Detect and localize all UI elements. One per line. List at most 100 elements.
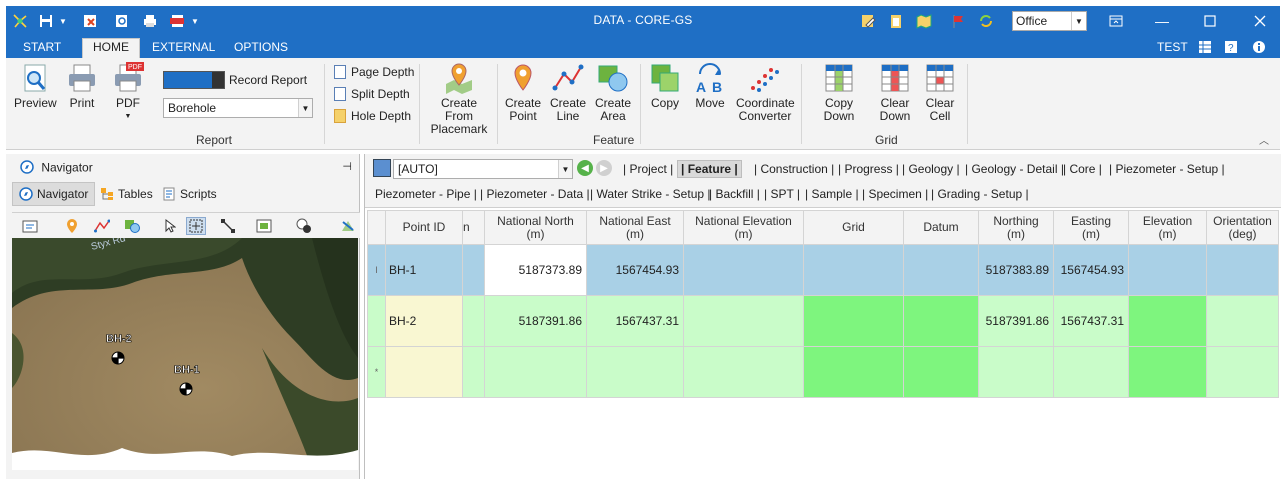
orientation-cell[interactable]: [1206, 295, 1279, 347]
tab-start[interactable]: START: [13, 39, 71, 58]
table-cell[interactable]: [462, 346, 485, 398]
pan-icon[interactable]: [186, 217, 206, 235]
tab-external[interactable]: EXTERNAL: [142, 39, 225, 58]
tab-sample[interactable]: | Sample |: [805, 187, 859, 201]
chevron-down-icon[interactable]: ▼: [298, 99, 312, 117]
borehole-select[interactable]: Borehole ▼: [163, 98, 313, 118]
record-report-button[interactable]: Record Report: [163, 70, 313, 90]
tab-home[interactable]: HOME: [82, 38, 140, 59]
northing-cell[interactable]: [978, 346, 1054, 398]
auto-select[interactable]: [AUTO] ▼: [393, 159, 573, 179]
map-settings-icon[interactable]: [338, 217, 358, 235]
column-header-easting[interactable]: Easting (m): [1053, 210, 1129, 245]
select-pointer-icon[interactable]: [160, 217, 180, 235]
table-row[interactable]: BH-2 5187391.86 1567437.31 5187391.86 15…: [367, 295, 1279, 347]
column-header-national-east[interactable]: National East (m): [586, 210, 684, 245]
column-header-point-id[interactable]: Point ID: [385, 210, 463, 245]
national-east-cell[interactable]: 1567454.93: [586, 244, 684, 296]
pin-icon[interactable]: ⊣: [342, 160, 352, 173]
column-header-datum[interactable]: Datum: [903, 210, 979, 245]
clear-cell-button[interactable]: Clear Cell: [921, 62, 959, 123]
national-elevation-cell[interactable]: [683, 346, 804, 398]
split-depth-button[interactable]: Split Depth: [334, 85, 410, 103]
back-arrow-icon[interactable]: ◀: [577, 160, 593, 176]
print-button[interactable]: Print: [64, 62, 100, 110]
refresh-icon[interactable]: [976, 11, 996, 31]
print-icon[interactable]: [140, 11, 160, 31]
map-view[interactable]: Styx Rd BH-2 BH-1: [12, 238, 358, 470]
table-cell[interactable]: [462, 295, 485, 347]
national-east-cell[interactable]: 1567437.31: [586, 295, 684, 347]
tab-piezometer-data[interactable]: | Piezometer - Data |: [480, 187, 590, 201]
create-point-button[interactable]: Create Point: [504, 62, 542, 123]
zoom-extent-icon[interactable]: [254, 217, 274, 235]
orientation-cell[interactable]: [1206, 244, 1279, 296]
maximize-button[interactable]: [1200, 11, 1220, 31]
elevation-cell[interactable]: [1128, 244, 1207, 296]
coordinate-converter-button[interactable]: Coordinate Converter: [736, 62, 795, 123]
column-header-orientation[interactable]: Orientation (deg): [1206, 210, 1279, 245]
map-properties-icon[interactable]: [20, 217, 40, 235]
tab-specimen[interactable]: | Specimen |: [862, 187, 928, 201]
northing-cell[interactable]: 5187391.86: [978, 295, 1054, 347]
national-north-cell[interactable]: [484, 346, 587, 398]
grid-cell[interactable]: [803, 244, 904, 296]
quick-access-dropdown-icon[interactable]: ▼: [190, 11, 200, 31]
column-header-national-elevation[interactable]: National Elevation (m): [683, 210, 804, 245]
chevron-down-icon[interactable]: ▼: [1071, 12, 1086, 30]
map-icon[interactable]: [914, 11, 934, 31]
northing-cell[interactable]: 5187383.89: [978, 244, 1054, 296]
tab-piezometer-setup[interactable]: | Piezometer - Setup |: [1109, 162, 1225, 176]
national-east-cell[interactable]: [586, 346, 684, 398]
table-view-icon[interactable]: [373, 159, 391, 177]
table-cell[interactable]: [462, 244, 485, 296]
column-header-partial[interactable]: n: [462, 210, 485, 245]
add-line-icon[interactable]: [92, 217, 112, 235]
column-header-grid[interactable]: Grid: [803, 210, 904, 245]
move-button[interactable]: AB Move: [691, 62, 729, 110]
tab-tables[interactable]: Tables: [94, 182, 159, 206]
easting-cell[interactable]: 1567437.31: [1053, 295, 1129, 347]
copy-button[interactable]: Copy: [646, 62, 684, 110]
locate-icon[interactable]: [294, 217, 314, 235]
tab-progress[interactable]: | Progress |: [838, 162, 899, 176]
grid-cell[interactable]: [803, 295, 904, 347]
clipboard-icon[interactable]: [886, 11, 906, 31]
info-icon[interactable]: [1252, 40, 1266, 57]
tab-construction[interactable]: | Construction |: [754, 162, 834, 176]
chevron-down-icon[interactable]: ▼: [558, 160, 572, 178]
tab-navigator[interactable]: Navigator: [12, 182, 96, 206]
tab-grading-setup[interactable]: | Grading - Setup |: [931, 187, 1029, 201]
elevation-cell[interactable]: [1128, 346, 1207, 398]
create-line-button[interactable]: Create Line: [549, 62, 587, 123]
borehole-bh1-marker[interactable]: [179, 382, 193, 396]
easting-cell[interactable]: 1567454.93: [1053, 244, 1129, 296]
national-elevation-cell[interactable]: [683, 295, 804, 347]
column-header-elevation[interactable]: Elevation (m): [1128, 210, 1207, 245]
help-document-icon[interactable]: ?: [1224, 40, 1238, 57]
tab-spt[interactable]: | SPT |: [764, 187, 800, 201]
borehole-bh2-marker[interactable]: [111, 351, 125, 365]
add-area-icon[interactable]: [122, 217, 142, 235]
datum-cell[interactable]: [903, 244, 979, 296]
close-file-icon[interactable]: [80, 11, 100, 31]
tab-backfill[interactable]: | Backfill |: [709, 187, 760, 201]
tab-project[interactable]: | Project |: [623, 162, 673, 176]
tab-scripts[interactable]: Scripts: [156, 182, 223, 206]
grid-cell[interactable]: [803, 346, 904, 398]
datum-cell[interactable]: [903, 295, 979, 347]
national-north-cell-editing[interactable]: 5187373.89: [484, 244, 587, 296]
clear-down-button[interactable]: Clear Down: [876, 62, 914, 123]
table-row[interactable]: I BH-1 5187373.89 1567454.93 5187383.89 …: [367, 244, 1279, 296]
theme-select[interactable]: Office ▼: [1012, 11, 1087, 31]
national-elevation-cell[interactable]: [683, 244, 804, 296]
tab-options[interactable]: OPTIONS: [224, 39, 298, 58]
tab-geology[interactable]: | Geology |: [902, 162, 960, 176]
tab-geology-detail[interactable]: | Geology - Detail |: [965, 162, 1064, 176]
collapse-ribbon-icon[interactable]: ︿: [1259, 132, 1269, 147]
national-north-cell[interactable]: 5187391.86: [484, 295, 587, 347]
print-preview-icon[interactable]: [112, 11, 132, 31]
save-icon[interactable]: [36, 11, 56, 31]
tab-feature[interactable]: | Feature |: [677, 160, 742, 178]
point-id-cell[interactable]: BH-2: [385, 295, 463, 347]
